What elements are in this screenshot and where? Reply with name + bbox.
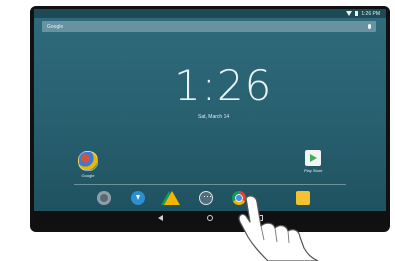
back-icon[interactable] [157,215,163,221]
home-icon[interactable] [206,215,213,221]
search-placeholder: Google [47,23,64,30]
google-search-bar[interactable]: Google [42,21,376,32]
google-folder[interactable]: Google [78,151,98,178]
play-store-shortcut[interactable]: Play Store [304,150,322,173]
pointing-hand-icon [238,195,319,261]
play-store-icon [305,150,322,166]
google-folder-label: Google [81,173,95,178]
google-folder-icon [78,151,98,171]
dock-divider [74,184,346,185]
settings-icon[interactable] [97,191,111,205]
status-bar: 1:26 PM [34,9,386,18]
drive-icon[interactable] [164,191,180,205]
navigation-bar [34,211,386,225]
dock [34,189,386,209]
mic-icon[interactable] [368,24,371,29]
status-time: 1:26 PM [361,10,380,17]
clock-widget[interactable]: 1:26 [174,61,272,110]
wifi-icon [346,11,353,16]
play-store-label: Play Store [304,168,323,173]
battery-icon [355,11,359,16]
downloads-icon[interactable] [131,191,145,205]
apps-icon[interactable] [199,191,213,205]
date-label: Sat, March 14 [198,114,230,120]
home-screen: 1:26 PM Google 1:26 Sat, March 14 Google… [34,9,386,211]
